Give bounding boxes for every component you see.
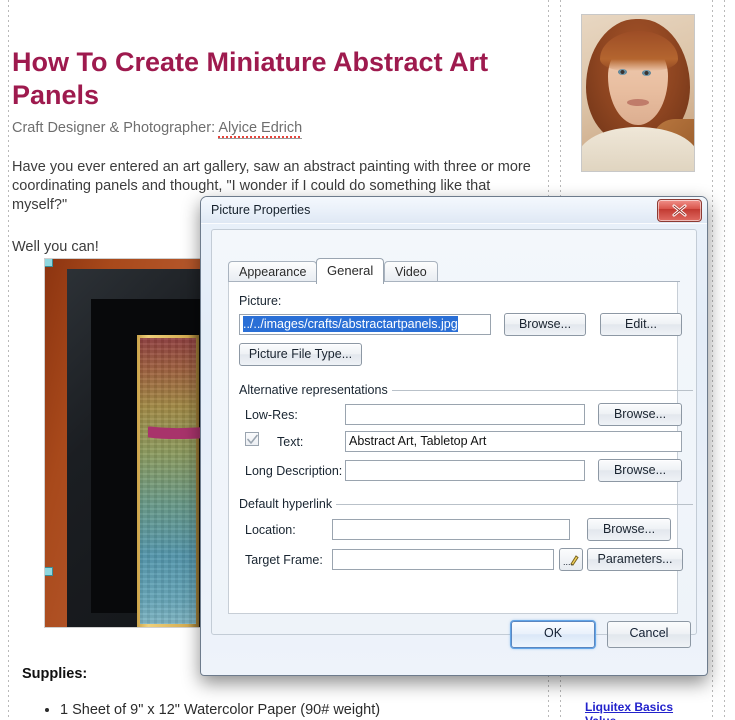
- tab-general[interactable]: General: [316, 258, 385, 284]
- low-res-browse-button[interactable]: Browse...: [598, 403, 682, 426]
- picture-browse-button[interactable]: Browse...: [504, 313, 586, 336]
- pencil-edit-icon[interactable]: ...: [559, 548, 583, 571]
- alt-text-label: Text:: [277, 435, 304, 449]
- selection-handle[interactable]: [45, 567, 53, 576]
- dialog-title: Picture Properties: [211, 203, 311, 217]
- alt-text-input[interactable]: Abstract Art, Tabletop Art: [345, 431, 682, 452]
- portrait-sweater: [582, 127, 694, 171]
- location-browse-button[interactable]: Browse...: [587, 518, 671, 541]
- location-label: Location:: [245, 523, 296, 537]
- byline: Craft Designer & Photographer: Alyice Ed…: [12, 120, 548, 139]
- supplies-heading: Supplies:: [22, 666, 88, 682]
- list-item: 1 Sheet of 9" x 12" Watercolor Paper (90…: [60, 700, 380, 720]
- long-description-label: Long Description:: [245, 464, 343, 478]
- alt-text-checkbox[interactable]: [245, 432, 259, 446]
- dialog-body: Appearance General Video Picture: ../../…: [201, 223, 707, 675]
- picture-path-input[interactable]: ../../images/crafts/abstractartpanels.jp…: [239, 314, 491, 335]
- layout-guide-line: [724, 0, 725, 720]
- tab-video[interactable]: Video: [384, 261, 438, 283]
- long-description-browse-button[interactable]: Browse...: [598, 459, 682, 482]
- location-input[interactable]: [332, 519, 570, 540]
- tab-appearance[interactable]: Appearance: [228, 261, 318, 283]
- portrait-lips: [627, 99, 649, 106]
- page-title: How To Create Miniature Abstract Art Pan…: [12, 47, 489, 110]
- low-res-label: Low-Res:: [245, 408, 298, 422]
- parameters-button[interactable]: Parameters...: [587, 548, 683, 571]
- ok-button[interactable]: OK: [511, 621, 595, 648]
- page-root: How To Create Miniature Abstract Art Pan…: [0, 0, 735, 720]
- author-portrait-photo: [581, 14, 695, 172]
- svg-text:...: ...: [563, 557, 571, 567]
- art-panel: [140, 338, 196, 624]
- low-res-input[interactable]: [345, 404, 585, 425]
- tab-page-content: Picture: ../../images/crafts/abstractart…: [229, 282, 693, 613]
- gold-mat: [137, 335, 199, 627]
- picture-properties-dialog: Picture Properties Appearance General Vi…: [200, 196, 708, 676]
- byline-prefix: Craft Designer & Photographer:: [12, 120, 216, 136]
- layout-guide-line: [712, 0, 713, 720]
- dialog-panel: Appearance General Video Picture: ../../…: [211, 229, 697, 635]
- supplies-list: 1 Sheet of 9" x 12" Watercolor Paper (90…: [38, 700, 380, 720]
- close-icon[interactable]: [657, 199, 702, 222]
- default-hyperlink-label: Default hyperlink: [235, 497, 337, 511]
- picture-label: Picture:: [239, 294, 282, 308]
- tab-page-general: Picture: ../../images/crafts/abstractart…: [228, 282, 693, 614]
- dialog-footer: OK Cancel: [201, 613, 707, 675]
- alternative-representations-label: Alternative representations: [235, 383, 392, 397]
- byline-author-link[interactable]: Alyice Edrich: [218, 120, 303, 139]
- layout-guide-line: [8, 0, 9, 720]
- cancel-button[interactable]: Cancel: [607, 621, 691, 648]
- picture-file-type-button[interactable]: Picture File Type...: [239, 343, 362, 366]
- portrait-eye: [618, 69, 627, 75]
- sidebar-product-link[interactable]: Liquitex Basics Value: [585, 700, 705, 720]
- dialog-titlebar[interactable]: Picture Properties: [201, 197, 707, 224]
- picture-path-value: ../../images/crafts/abstractartpanels.jp…: [243, 316, 458, 332]
- target-frame-input[interactable]: [332, 549, 554, 570]
- picture-edit-button[interactable]: Edit...: [600, 313, 682, 336]
- long-description-input[interactable]: [345, 460, 585, 481]
- target-frame-label: Target Frame:: [245, 553, 323, 567]
- portrait-eye: [642, 70, 651, 76]
- selection-handle[interactable]: [45, 259, 53, 267]
